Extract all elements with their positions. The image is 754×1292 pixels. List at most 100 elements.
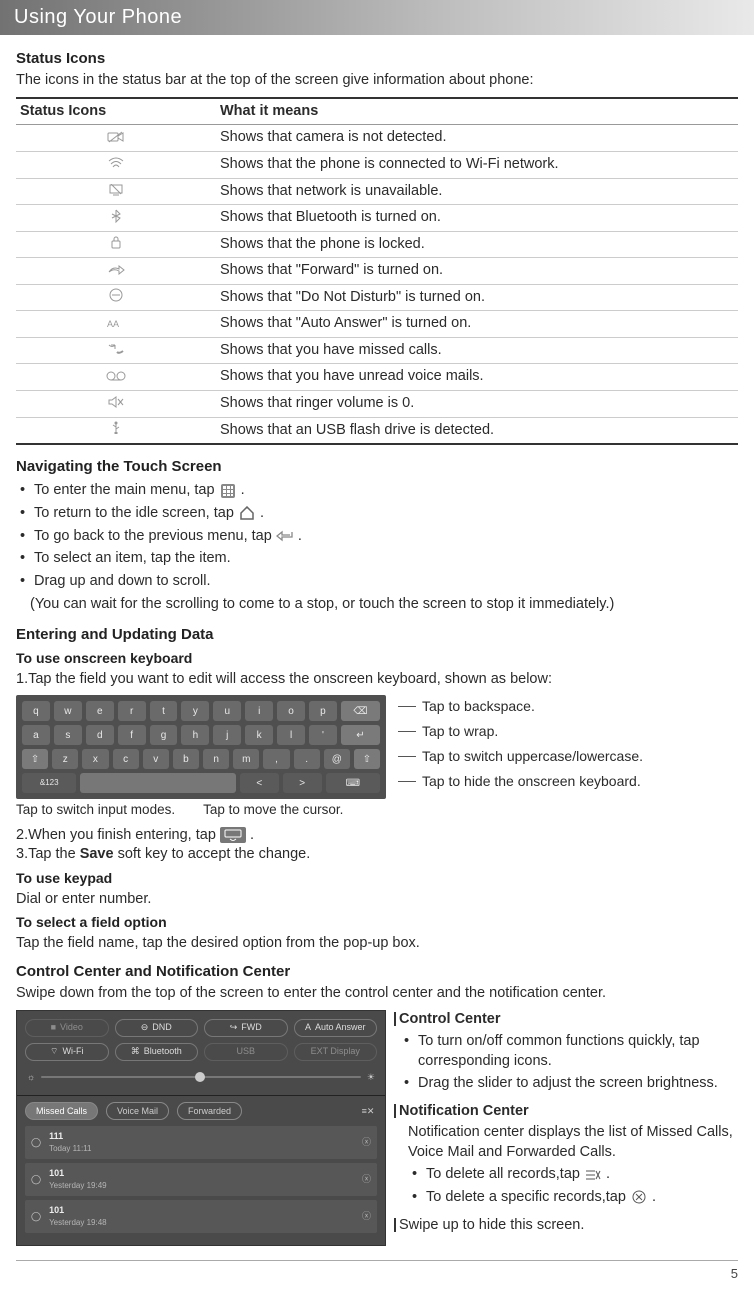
row-text: Shows that you have unread voice mails. bbox=[216, 364, 738, 391]
bluetooth-icon bbox=[104, 209, 128, 223]
cc-bluetooth-toggle[interactable]: ⌘ Bluetooth bbox=[115, 1043, 199, 1061]
brightness-slider[interactable] bbox=[41, 1076, 361, 1078]
nav-subnote: (You can wait for the scrolling to come … bbox=[30, 595, 738, 615]
delete-record-icon[interactable]: ⓧ bbox=[362, 1173, 371, 1185]
keyboard-bottom-callouts: Tap to switch input modes. Tap to move t… bbox=[16, 801, 738, 819]
notification-row[interactable]: ◯ 101Yesterday 19:48 ⓧ bbox=[25, 1200, 377, 1233]
avatar-icon: ◯ bbox=[31, 1210, 41, 1222]
row-text: Shows that "Do Not Disturb" is turned on… bbox=[216, 284, 738, 311]
mute-icon bbox=[104, 395, 128, 409]
avatar-icon: ◯ bbox=[31, 1173, 41, 1185]
cc-video-toggle[interactable]: ■ Video bbox=[25, 1019, 109, 1037]
enter-heading: Entering and Updating Data bbox=[16, 625, 738, 645]
enter-step3: 3.Tap the Save soft key to accept the ch… bbox=[16, 845, 738, 865]
backspace-key-icon: ⌫ bbox=[341, 701, 380, 721]
row-text: Shows that an USB flash drive is detecte… bbox=[216, 417, 738, 444]
cursor-left-key-icon: < bbox=[240, 773, 279, 793]
enter-step1: 1.Tap the field you want to edit will ac… bbox=[16, 670, 738, 690]
back-arrow-icon bbox=[276, 528, 294, 544]
cc-fwd-toggle[interactable]: ↪ FWD bbox=[204, 1019, 288, 1037]
status-heading: Status Icons bbox=[16, 49, 738, 69]
forward-icon bbox=[104, 263, 128, 277]
brightness-low-icon: ☼ bbox=[27, 1071, 35, 1083]
circled-x-icon bbox=[630, 1189, 648, 1205]
row-text: Shows that network is unavailable. bbox=[216, 178, 738, 205]
notification-center-area: Missed Calls Voice Mail Forwarded ≡✕ ◯ 1… bbox=[17, 1095, 385, 1245]
apps-grid-icon bbox=[219, 483, 237, 499]
nav-item: To go back to the previous menu, tap . bbox=[20, 527, 738, 547]
dnd-icon bbox=[104, 288, 128, 302]
usb-icon bbox=[104, 421, 128, 435]
page-title-bar: Using Your Phone bbox=[0, 0, 754, 35]
tab-missed-calls[interactable]: Missed Calls bbox=[25, 1102, 98, 1120]
nav-item: To select an item, tap the item. bbox=[20, 549, 738, 569]
cc-dnd-toggle[interactable]: ⊖ DND bbox=[115, 1019, 199, 1037]
control-center-area: ■ Video ⊖ DND ↪ FWD A Auto Answer ⌔ Wi-F… bbox=[17, 1011, 385, 1095]
delete-record-icon[interactable]: ⓧ bbox=[362, 1210, 371, 1222]
cc-autoanswer-toggle[interactable]: A Auto Answer bbox=[294, 1019, 378, 1037]
notification-row[interactable]: ◯ 101Yesterday 19:49 ⓧ bbox=[25, 1163, 377, 1196]
wifi-icon bbox=[104, 156, 128, 170]
cc-descriptions: Control Center To turn on/off common fun… bbox=[400, 1010, 738, 1236]
cc-usb-toggle[interactable]: USB bbox=[204, 1043, 288, 1061]
shift-key-icon: ⇧ bbox=[22, 749, 48, 769]
onscreen-keyboard: qwertyuiop ⌫ asdfghjkl' ↵ ⇧ zxcvbnm,.@ ⇧… bbox=[16, 695, 386, 799]
cc-intro: Swipe down from the top of the screen to… bbox=[16, 984, 738, 1004]
nav-item: Drag up and down to scroll. bbox=[20, 572, 738, 592]
cursor-right-key-icon: > bbox=[283, 773, 322, 793]
missed-call-icon bbox=[104, 342, 128, 356]
auto-answer-icon: AA bbox=[104, 316, 128, 330]
row-text: Shows that "Auto Answer" is turned on. bbox=[216, 311, 738, 338]
notification-row[interactable]: ◯ 111Today 11:11 ⓧ bbox=[25, 1126, 377, 1159]
page-number: 5 bbox=[731, 1266, 738, 1281]
clear-all-icon[interactable]: ≡✕ bbox=[359, 1104, 377, 1118]
row-text: Shows that "Forward" is turned on. bbox=[216, 258, 738, 285]
voicemail-icon bbox=[104, 369, 128, 383]
label-notification-center: Notification Center bbox=[394, 1104, 529, 1118]
enter-sub-keypad: To use keypad bbox=[16, 869, 738, 888]
svg-text:AA: AA bbox=[107, 319, 119, 329]
row-text: Shows that the phone is locked. bbox=[216, 231, 738, 258]
status-icons-table: Status Icons What it means Shows that ca… bbox=[16, 97, 738, 445]
hide-keyboard-icon bbox=[220, 827, 246, 843]
home-icon bbox=[238, 505, 256, 521]
row-text: Shows that ringer volume is 0. bbox=[216, 391, 738, 418]
brightness-high-icon: ☀ bbox=[367, 1071, 375, 1083]
cc-ext-display-toggle[interactable]: EXT Display bbox=[294, 1043, 378, 1061]
cc-wifi-toggle[interactable]: ⌔ Wi-Fi bbox=[25, 1043, 109, 1061]
avatar-icon: ◯ bbox=[31, 1136, 41, 1148]
nav-item: To return to the idle screen, tap . bbox=[20, 504, 738, 524]
keyboard-callouts: Tap to backspace. Tap to wrap. Tap to sw… bbox=[398, 695, 643, 791]
row-text: Shows that Bluetooth is turned on. bbox=[216, 205, 738, 232]
camera-off-icon bbox=[104, 130, 128, 144]
col-meaning: What it means bbox=[216, 98, 738, 125]
enter-sub-field: To select a field option bbox=[16, 913, 738, 932]
enter-key-icon: ↵ bbox=[341, 725, 380, 745]
page-title: Using Your Phone bbox=[14, 6, 182, 28]
enter-sub-keyboard: To use onscreen keyboard bbox=[16, 649, 738, 668]
enter-step2: 2.When you finish entering, tap . bbox=[16, 826, 738, 846]
control-notification-panel: ■ Video ⊖ DND ↪ FWD A Auto Answer ⌔ Wi-F… bbox=[16, 1010, 386, 1246]
status-intro: The icons in the status bar at the top o… bbox=[16, 71, 738, 91]
label-swipe-up: Swipe up to hide this screen. bbox=[394, 1218, 584, 1232]
nav-heading: Navigating the Touch Screen bbox=[16, 457, 738, 477]
input-mode-key: &123 bbox=[22, 773, 76, 793]
lock-icon bbox=[104, 235, 128, 249]
col-status-icons: Status Icons bbox=[16, 98, 216, 125]
label-control-center: Control Center bbox=[394, 1012, 501, 1026]
row-text: Shows that camera is not detected. bbox=[216, 125, 738, 152]
enter-field-body: Tap the field name, tap the desired opti… bbox=[16, 934, 738, 954]
delete-record-icon[interactable]: ⓧ bbox=[362, 1136, 371, 1148]
tab-forwarded[interactable]: Forwarded bbox=[177, 1102, 242, 1120]
enter-keypad-body: Dial or enter number. bbox=[16, 890, 738, 910]
page-footer: 5 bbox=[16, 1260, 738, 1283]
network-unavailable-icon bbox=[104, 183, 128, 197]
hide-keyboard-key-icon: ⌨ bbox=[326, 773, 380, 793]
row-text: Shows that you have missed calls. bbox=[216, 337, 738, 364]
row-text: Shows that the phone is connected to Wi-… bbox=[216, 151, 738, 178]
clear-all-list-icon bbox=[584, 1167, 602, 1183]
nav-item: To enter the main menu, tap . bbox=[20, 481, 738, 501]
tab-voice-mail[interactable]: Voice Mail bbox=[106, 1102, 169, 1120]
cc-heading: Control Center and Notification Center bbox=[16, 962, 738, 982]
shift-key-icon: ⇧ bbox=[354, 749, 380, 769]
